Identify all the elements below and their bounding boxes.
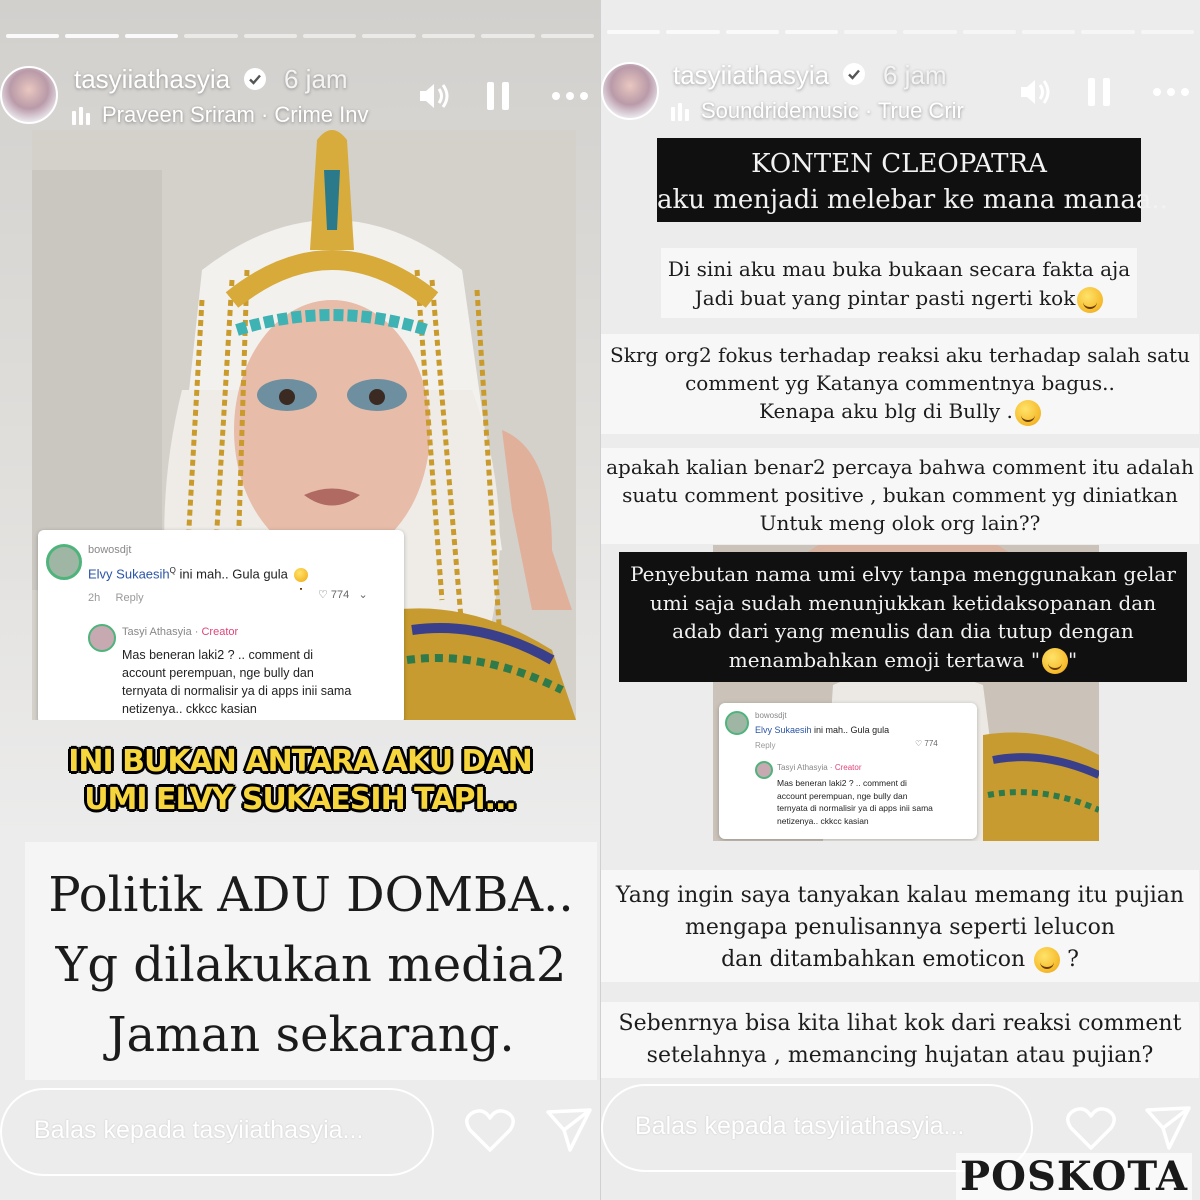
rofl-emoji-icon	[1034, 947, 1061, 973]
username[interactable]: tasyiiathasyia	[673, 60, 829, 91]
post-time: 6 jam	[284, 64, 348, 94]
send-icon[interactable]	[544, 1104, 594, 1154]
pause-icon[interactable]	[476, 74, 520, 118]
pause-icon[interactable]	[1077, 70, 1121, 114]
paragraph-4: Penyebutan nama umi elvy tanpa menggunak…	[619, 552, 1187, 682]
comment-likes: ♡ 774 ⌄	[318, 589, 368, 601]
comment-text: Elvy Sukaesih ini mah.. Gula gula	[755, 725, 890, 735]
story-progress	[607, 30, 1194, 34]
statement-line-2: Yg dilakukan media2	[55, 937, 567, 993]
commenter-avatar	[725, 711, 749, 735]
comment-meta: 2h Reply	[88, 592, 144, 604]
caption-line-2: UMI ELVY SUKAESIH TAPI...	[84, 782, 517, 817]
statement-line-3: Jaman sekarang.	[107, 1007, 515, 1063]
reply-avatar	[88, 624, 116, 652]
story-progress	[6, 34, 595, 38]
music-label[interactable]: Praveen Sriram · Crime Inv	[72, 102, 390, 128]
heart-icon[interactable]	[464, 1106, 516, 1154]
reply-input[interactable]: Balas kepada tasyiiathasyia...	[0, 1088, 434, 1176]
comment-likes: ♡ 774	[915, 739, 938, 748]
paragraph-6: Sebenrnya bisa kita lihat kok dari reaks…	[601, 1002, 1199, 1078]
heart-icon[interactable]	[1065, 1104, 1117, 1152]
rofl-emoji-icon	[1042, 648, 1069, 674]
volume-icon[interactable]	[412, 74, 456, 118]
reply-author: Tasyi Athasyia · Creator	[777, 763, 862, 772]
verified-icon	[244, 68, 266, 90]
story-panel-left: tasyiiathasyia 6 jam Praveen Sriram · Cr…	[0, 0, 600, 1200]
upside-down-face-icon	[1077, 286, 1104, 313]
poskota-watermark: POSKOTA	[956, 1153, 1192, 1200]
statement-line-1: Politik ADU DOMBA..	[48, 867, 574, 923]
music-label[interactable]: Soundridemusic · True Crir	[671, 98, 989, 124]
paragraph-1: Di sini aku mau buka bukaan secara fakta…	[661, 248, 1137, 318]
more-icon[interactable]	[548, 74, 592, 118]
commenter-avatar	[46, 544, 82, 580]
verified-icon	[843, 63, 865, 85]
more-icon[interactable]	[1149, 70, 1193, 114]
avatar[interactable]	[601, 62, 659, 120]
paragraph-5: Yang ingin saya tanyakan kalau memang it…	[601, 870, 1199, 982]
paragraph-2: Skrg org2 fokus terhadap reaksi aku terh…	[601, 334, 1199, 434]
reply-text: Mas beneran laki2 ? .. comment di accoun…	[777, 778, 933, 826]
comment-text: Elvy SukaesihQ ini mah.. Gula gula	[88, 566, 308, 590]
comment-screenshot: bowosdjt Elvy SukaesihQ ini mah.. Gula g…	[38, 530, 404, 720]
post-time: 6 jam	[883, 60, 947, 90]
caption-line-1: INI BUKAN ANTARA AKU DAN	[68, 744, 533, 779]
comment-author: bowosdjt	[755, 711, 787, 720]
send-icon[interactable]	[1143, 1102, 1193, 1152]
story-panel-right: tasyiiathasyia 6 jam Soundridemusic · Tr…	[600, 0, 1200, 1200]
reply-author: Tasyi Athasyia · Creator	[122, 626, 239, 638]
reply-text: Mas beneran laki2 ? .. comment di accoun…	[122, 648, 352, 716]
avatar[interactable]	[0, 66, 58, 124]
username[interactable]: tasyiiathasyia	[74, 64, 230, 95]
music-bars-icon	[72, 107, 94, 126]
comment-author: bowosdjt	[88, 544, 132, 556]
comment-reply-link: Reply	[755, 741, 776, 750]
music-bars-icon	[671, 103, 693, 122]
paragraph-3: apakah kalian benar2 percaya bahwa comme…	[601, 448, 1199, 544]
reply-avatar	[755, 761, 773, 779]
laughing-emoji-icon	[1014, 399, 1041, 426]
volume-icon[interactable]	[1013, 70, 1057, 114]
title-box: KONTEN CLEOPATRA aku menjadi melebar ke …	[657, 138, 1168, 222]
cleopatra-photo: bowosdjt Elvy SukaesihQ ini mah.. Gula g…	[32, 130, 576, 720]
comment-screenshot: bowosdjt Elvy Sukaesih ini mah.. Gula gu…	[719, 703, 977, 839]
grinning-emoji-icon	[293, 567, 308, 590]
